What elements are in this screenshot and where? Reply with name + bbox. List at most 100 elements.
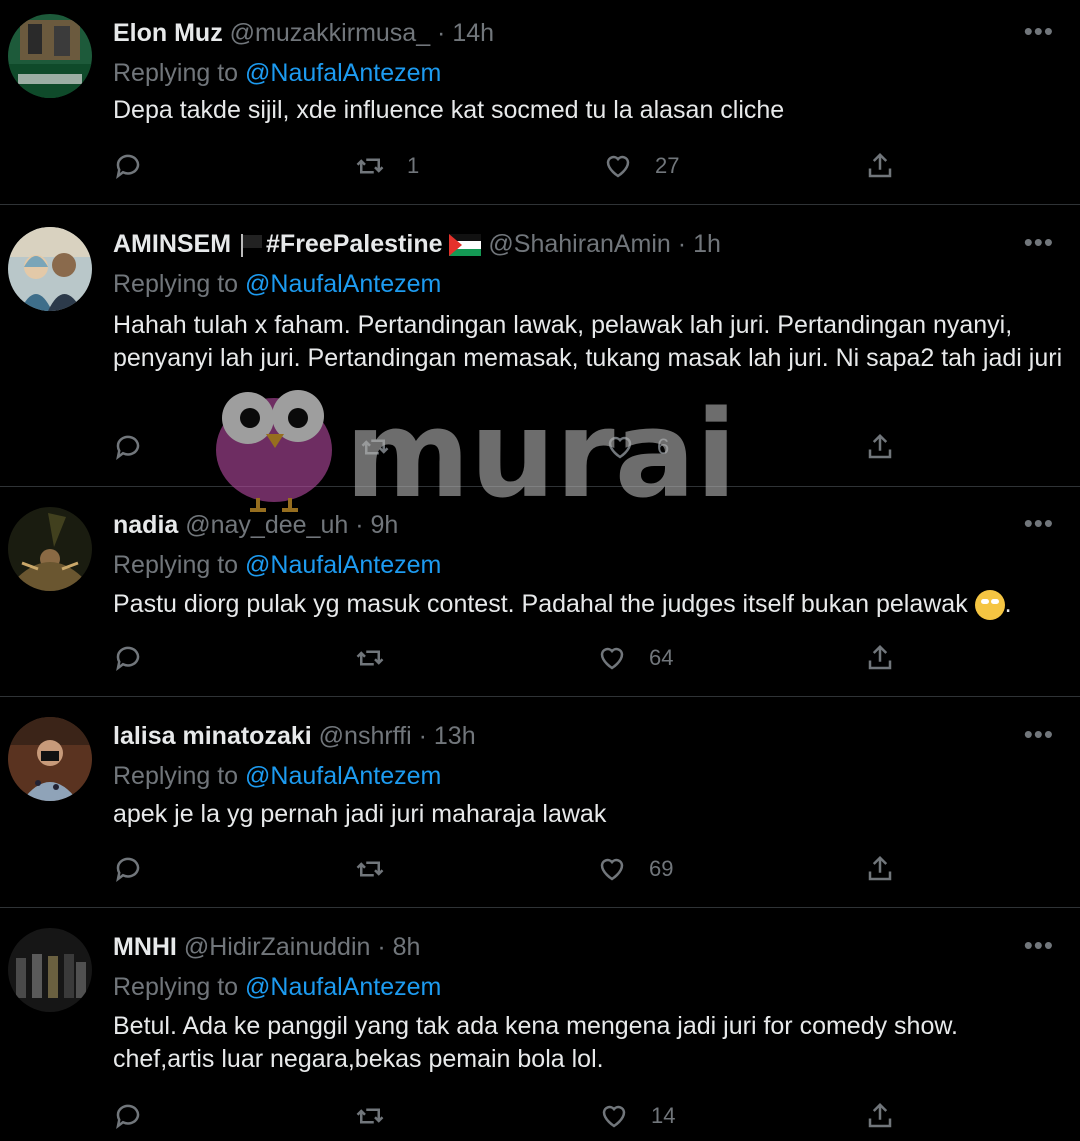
separator: ·: [670, 230, 694, 258]
share-button[interactable]: [865, 638, 895, 678]
share-button[interactable]: [865, 849, 895, 889]
tweet[interactable]: lalisa minatozaki @nshrffi · 13h ••• Rep…: [0, 697, 1080, 908]
user-handle[interactable]: @nshrffi: [319, 722, 412, 750]
more-options-icon[interactable]: •••: [1024, 932, 1054, 958]
replying-to: Replying to @NaufalAntezem: [113, 58, 441, 88]
retweet-button[interactable]: [355, 638, 407, 678]
share-button[interactable]: [865, 146, 895, 186]
retweet-icon: [356, 861, 384, 877]
separator: ·: [411, 722, 434, 750]
like-count: 69: [649, 856, 674, 881]
replying-to: Replying to @NaufalAntezem: [113, 269, 441, 299]
tweet-text: Depa takde sijil, xde influence kat socm…: [113, 96, 785, 124]
share-icon: [868, 152, 892, 178]
tweet-header: AMINSEM #FreePalestine @ShahiranAmin · 1…: [113, 229, 721, 259]
tweet-header: nadia @nay_dee_uh · 9h: [113, 510, 398, 540]
replying-to: Replying to @NaufalAntezem: [113, 972, 441, 1002]
action-bar: 69: [0, 849, 1080, 889]
replying-to: Replying to @NaufalAntezem: [113, 550, 441, 580]
action-bar: 14: [0, 1096, 1080, 1136]
more-options-icon[interactable]: •••: [1024, 721, 1054, 747]
timestamp[interactable]: 9h: [370, 511, 398, 539]
more-options-icon[interactable]: •••: [1024, 18, 1054, 44]
share-icon: [868, 644, 892, 670]
retweet-button[interactable]: 1: [355, 146, 419, 186]
avatar[interactable]: [8, 227, 92, 311]
reply-button[interactable]: [113, 146, 143, 186]
like-button[interactable]: 27: [603, 146, 679, 186]
tweet[interactable]: MNHI @HidirZainuddin · 8h ••• Replying t…: [0, 908, 1080, 1141]
retweet-button[interactable]: [355, 1096, 407, 1136]
action-bar: 64: [0, 638, 1080, 678]
mention-link[interactable]: @NaufalAntezem: [245, 59, 441, 87]
replying-label: Replying to: [113, 59, 246, 87]
reply-icon: [116, 435, 140, 460]
replying-label: Replying to: [113, 270, 246, 298]
heart-icon: [602, 1105, 626, 1128]
display-name[interactable]: lalisa minatozaki: [113, 722, 312, 750]
timestamp[interactable]: 14h: [452, 19, 494, 47]
reply-icon: [116, 154, 140, 179]
palestine-flag-icon: [449, 234, 482, 257]
retweet-button[interactable]: [360, 427, 412, 467]
timestamp[interactable]: 13h: [434, 722, 476, 750]
mention-link[interactable]: @NaufalAntezem: [245, 762, 441, 790]
reply-button[interactable]: [113, 638, 143, 678]
tweet[interactable]: nadia @nay_dee_uh · 9h ••• Replying to @…: [0, 487, 1080, 697]
eye-roll-emoji-icon: [974, 590, 1005, 621]
reply-icon: [116, 646, 140, 671]
tweet-header: Elon Muz @muzakkirmusa_ · 14h: [113, 18, 494, 48]
retweet-icon: [361, 439, 389, 455]
retweet-button[interactable]: [355, 849, 407, 889]
timestamp[interactable]: 1h: [693, 230, 721, 258]
replying-label: Replying to: [113, 973, 246, 1001]
tweet-header: lalisa minatozaki @nshrffi · 13h: [113, 721, 476, 751]
share-button[interactable]: [865, 1096, 895, 1136]
like-count: 64: [649, 645, 674, 670]
tweet-text: Pastu diorg pulak yg masuk contest. Pada…: [113, 588, 1063, 621]
like-button[interactable]: 14: [599, 1096, 675, 1136]
avatar[interactable]: [8, 507, 92, 591]
user-handle[interactable]: @HidirZainuddin: [184, 933, 371, 961]
tweet-header: MNHI @HidirZainuddin · 8h: [113, 932, 420, 962]
share-icon: [868, 855, 892, 881]
user-handle[interactable]: @muzakkirmusa_: [230, 19, 430, 47]
mention-link[interactable]: @NaufalAntezem: [245, 270, 441, 298]
tweet-text: Hahah tulah x faham. Pertandingan lawak,…: [113, 311, 1063, 372]
user-handle[interactable]: @nay_dee_uh: [185, 511, 348, 539]
display-name[interactable]: AMINSEM: [113, 230, 231, 258]
display-name-hashtag[interactable]: #FreePalestine: [266, 230, 443, 258]
mention-link[interactable]: @NaufalAntezem: [245, 551, 441, 579]
separator: ·: [348, 511, 371, 539]
avatar[interactable]: [8, 928, 92, 1012]
reply-button[interactable]: [113, 1096, 143, 1136]
reply-button[interactable]: [113, 849, 143, 889]
timestamp[interactable]: 8h: [393, 933, 421, 961]
share-icon: [868, 1102, 892, 1128]
retweet-icon: [356, 1108, 384, 1124]
avatar[interactable]: [8, 717, 92, 801]
heart-icon: [608, 436, 632, 459]
replying-to: Replying to @NaufalAntezem: [113, 761, 441, 791]
more-options-icon[interactable]: •••: [1024, 229, 1054, 255]
like-count: 6: [657, 434, 670, 459]
tweet-text: Betul. Ada ke panggil yang tak ada kena …: [113, 1012, 958, 1073]
share-button[interactable]: [865, 427, 895, 467]
more-options-icon[interactable]: •••: [1024, 510, 1054, 536]
like-button[interactable]: 6: [605, 427, 669, 467]
user-handle[interactable]: @ShahiranAmin: [488, 230, 670, 258]
display-name[interactable]: nadia: [113, 511, 178, 539]
tweet[interactable]: AMINSEM #FreePalestine @ShahiranAmin · 1…: [0, 205, 1080, 487]
like-button[interactable]: 69: [597, 849, 673, 889]
action-bar: 1 27: [0, 146, 1080, 186]
tweet-text: apek je la yg pernah jadi juri maharaja …: [113, 800, 607, 828]
like-button[interactable]: 64: [597, 638, 673, 678]
mention-link[interactable]: @NaufalAntezem: [245, 973, 441, 1001]
display-name[interactable]: Elon Muz: [113, 19, 223, 47]
reply-button[interactable]: [113, 427, 143, 467]
display-name[interactable]: MNHI: [113, 933, 177, 961]
tweet[interactable]: Elon Muz @muzakkirmusa_ · 14h ••• Replyi…: [0, 0, 1080, 205]
avatar[interactable]: [8, 14, 92, 98]
tweet-text-end: .: [1004, 590, 1012, 618]
reply-icon: [116, 857, 140, 882]
